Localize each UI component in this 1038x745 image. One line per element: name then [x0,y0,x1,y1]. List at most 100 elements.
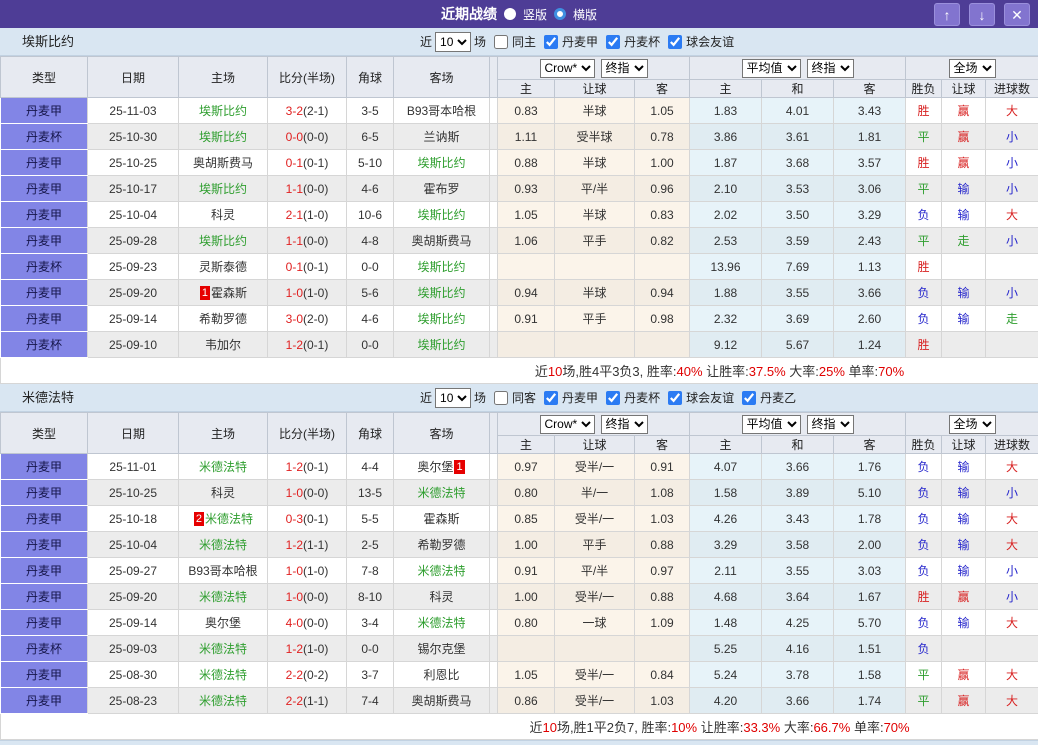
same-venue-checkbox[interactable] [494,391,508,405]
fulltime-score: 0-3 [286,512,303,526]
cell-handicap-result: 赢 [942,688,986,714]
home-team-name: 米德法特 [199,694,247,708]
cell-corner: 5-5 [347,506,394,532]
cell-let-away: 1.03 [635,506,690,532]
cell-avg-away: 1.51 [834,636,906,662]
cell-away-team: 埃斯比约 [394,150,490,176]
cell-let-away: 0.84 [635,662,690,688]
away-team-name: 米德法特 [417,564,465,578]
cell-handicap-result: 赢 [942,98,986,124]
layout-horizontal-label[interactable]: 横版 [573,6,597,23]
table-row: 丹麦甲25-09-14希勒罗德3-0(2-0)4-6埃斯比约0.91平手0.98… [1,306,1038,332]
cell-corner: 0-0 [347,254,394,280]
cell-date: 25-09-23 [88,254,179,280]
cell-score: 0-1(0-1) [268,254,347,280]
halftime-score: (2-0) [303,312,328,326]
league-checkbox[interactable] [668,391,682,405]
cell-handicap-result: 输 [942,532,986,558]
column-header-let-home: 主 [498,80,555,98]
summary-part: 70% [878,364,904,379]
cell-score: 1-0(0-0) [268,584,347,610]
layout-vertical-radio[interactable] [504,8,516,20]
scroll-up-button[interactable]: ↑ [934,3,960,26]
league-checkbox[interactable] [544,35,558,49]
cell-type: 丹麦杯 [1,124,88,150]
bookmaker-time-select[interactable]: 终指 [601,59,648,78]
cell-gap [490,98,498,124]
cell-result: 负 [906,636,942,662]
cell-type: 丹麦杯 [1,636,88,662]
cell-goals: 小 [986,176,1038,202]
cell-let-home: 0.88 [498,150,555,176]
cell-goals [986,636,1038,662]
cell-let-away: 1.05 [635,98,690,124]
cell-result: 胜 [906,584,942,610]
league-checkbox[interactable] [544,391,558,405]
cell-away-team: 埃斯比约 [394,202,490,228]
same-venue-checkbox[interactable] [494,35,508,49]
cell-date: 25-10-18 [88,506,179,532]
cell-result: 平 [906,662,942,688]
cell-avg-home: 1.58 [690,480,762,506]
rank-badge: 1 [454,460,464,474]
cell-result: 负 [906,454,942,480]
close-button[interactable]: ✕ [1004,3,1030,26]
cell-avg-draw: 4.25 [762,610,834,636]
home-team-name: 米德法特 [199,460,247,474]
fulltime-score: 1-2 [286,338,303,352]
cell-result: 负 [906,306,942,332]
cell-corner: 4-6 [347,176,394,202]
away-team-name: 埃斯比约 [417,208,465,222]
scope-select[interactable]: 全场 [949,59,996,78]
cell-let-home: 0.80 [498,480,555,506]
halftime-score: (0-1) [303,512,328,526]
cell-home-team: 科灵 [179,202,268,228]
average-select[interactable]: 平均值 [742,415,801,434]
league-checkbox[interactable] [606,391,620,405]
average-time-select[interactable]: 终指 [807,415,854,434]
league-checkbox[interactable] [742,391,756,405]
cell-type: 丹麦甲 [1,480,88,506]
halftime-score: (0-0) [303,486,328,500]
match-count-select[interactable]: 10 [435,32,471,52]
home-team-name: 奥胡斯费马 [193,156,253,170]
layout-horizontal-radio[interactable] [554,8,566,20]
bookmaker-select[interactable]: Crow* [540,59,595,78]
cell-corner: 4-4 [347,454,394,480]
scroll-down-button[interactable]: ↓ [969,3,995,26]
cell-let-home: 0.80 [498,610,555,636]
match-count-select[interactable]: 10 [435,388,471,408]
league-label: 球会友谊 [686,33,734,50]
cell-avg-away: 1.78 [834,506,906,532]
cell-score: 1-2(1-0) [268,636,347,662]
cell-avg-draw: 3.69 [762,306,834,332]
away-team-name: 科灵 [429,590,453,604]
layout-vertical-label[interactable]: 竖版 [523,6,547,23]
summary-part: 25% [819,364,845,379]
bookmaker-group-header: Crow* 终指 [498,413,690,436]
near-label: 近 [420,33,432,50]
table-row: 丹麦甲25-09-201霍森斯1-0(1-0)5-6埃斯比约0.94半球0.94… [1,280,1038,306]
cell-home-team: 米德法特 [179,584,268,610]
header-gap [490,413,498,454]
table-row: 丹麦甲25-09-28埃斯比约1-1(0-0)4-8奥胡斯费马1.06平手0.8… [1,228,1038,254]
fulltime-score: 1-1 [286,234,303,248]
league-checkbox[interactable] [668,35,682,49]
bookmaker-time-select[interactable]: 终指 [601,415,648,434]
average-time-select[interactable]: 终指 [807,59,854,78]
scope-select[interactable]: 全场 [949,415,996,434]
bookmaker-select[interactable]: Crow* [540,415,595,434]
cell-away-team: 埃斯比约 [394,280,490,306]
away-team-name: 希勒罗德 [417,538,465,552]
arrow-up-icon: ↑ [944,8,951,22]
cell-away-team: B93哥本哈根 [394,98,490,124]
cell-type: 丹麦甲 [1,610,88,636]
cell-let-away: 0.91 [635,454,690,480]
halftime-score: (1-0) [303,208,328,222]
home-team-name: 科灵 [211,486,235,500]
league-checkbox[interactable] [606,35,620,49]
cell-away-team: 科灵 [394,584,490,610]
halftime-score: (0-1) [303,260,328,274]
cell-gap [490,202,498,228]
average-select[interactable]: 平均值 [742,59,801,78]
